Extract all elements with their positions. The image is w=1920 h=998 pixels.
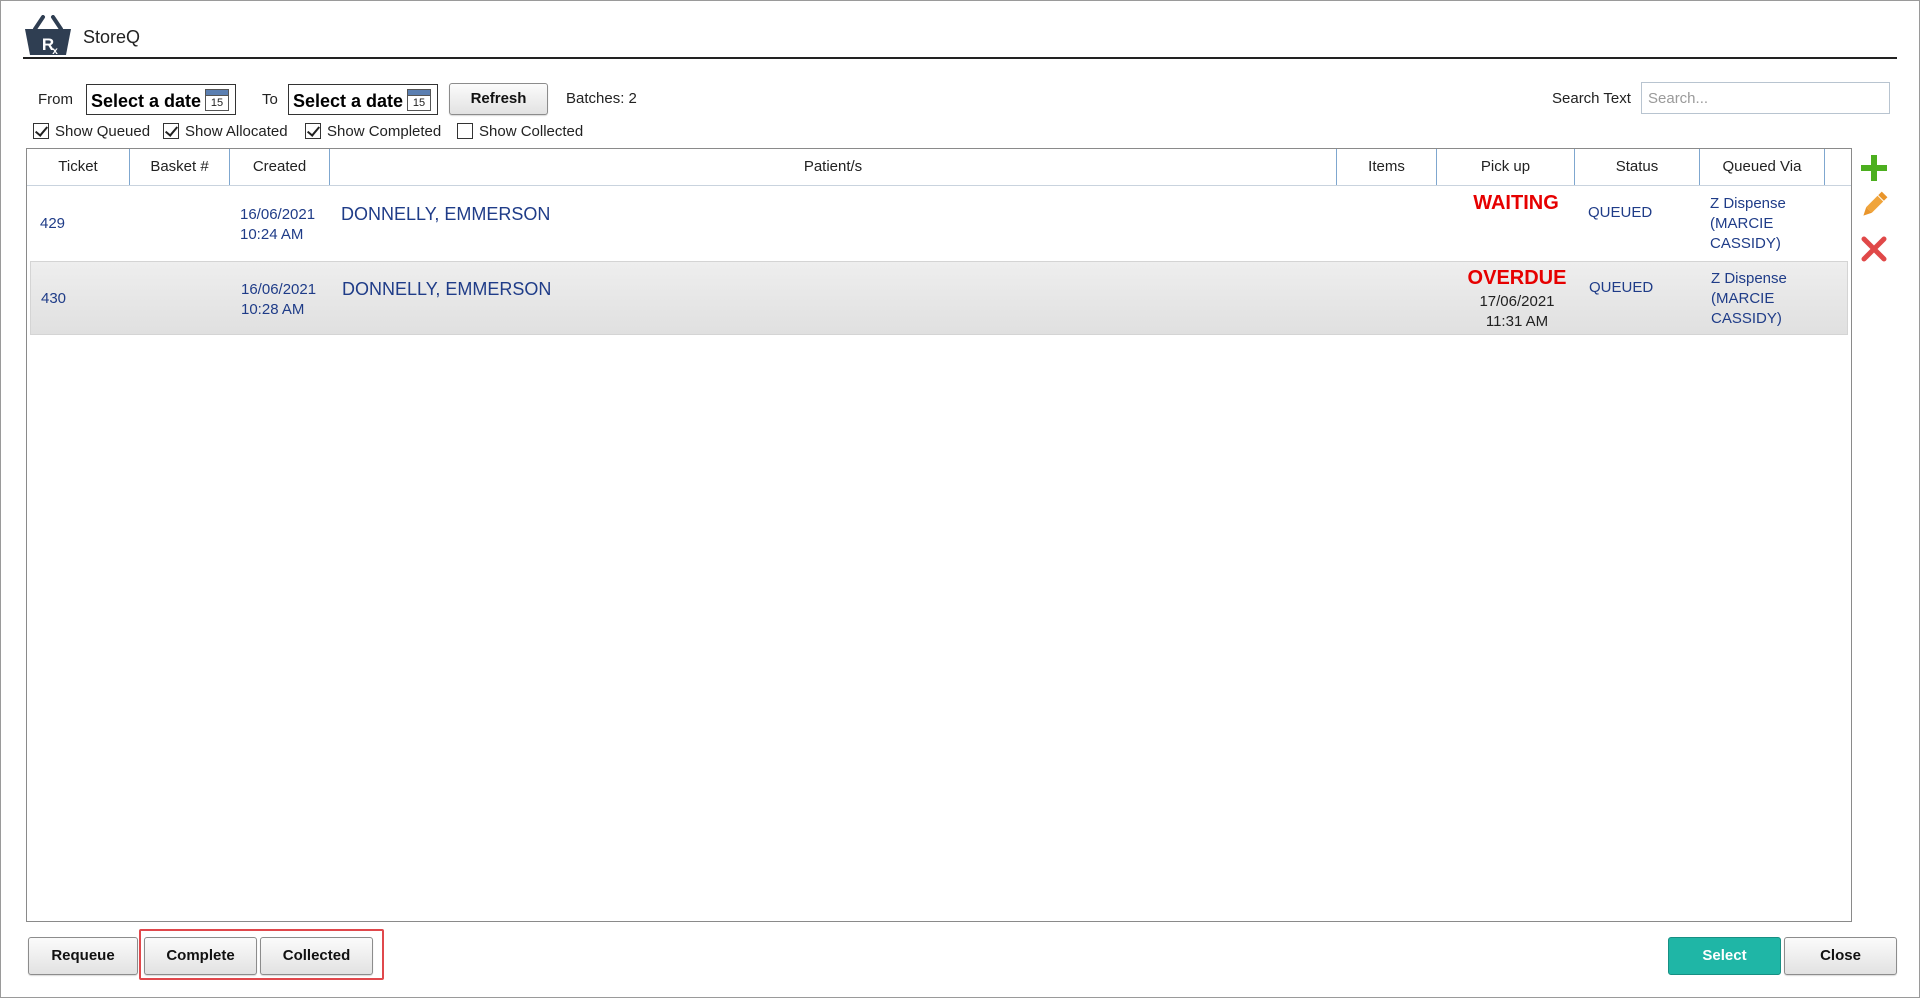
app-title: StoreQ xyxy=(83,27,141,47)
svg-text:x: x xyxy=(52,46,58,57)
close-button[interactable]: Close xyxy=(1784,937,1897,975)
requeue-button[interactable]: Requeue xyxy=(28,937,138,975)
table-row[interactable]: 429 16/06/2021 10:24 AM DONNELLY, EMMERS… xyxy=(30,187,1848,261)
show-collected-label: Show Collected xyxy=(479,122,584,140)
search-label: Search Text xyxy=(1552,90,1631,107)
checkbox-checked-icon[interactable] xyxy=(305,123,321,139)
plus-icon[interactable] xyxy=(1859,153,1889,183)
show-allocated-checkbox[interactable]: Show Allocated xyxy=(163,122,288,140)
close-icon[interactable] xyxy=(1859,234,1889,264)
column-header-items[interactable]: Items xyxy=(1337,149,1437,185)
checkbox-checked-icon[interactable] xyxy=(163,123,179,139)
show-queued-checkbox[interactable]: Show Queued xyxy=(33,122,150,140)
storeq-window: R x StoreQ From Select a date 15 To Sele… xyxy=(0,0,1920,998)
show-allocated-label: Show Allocated xyxy=(185,122,288,140)
grid-header: Ticket Basket # Created Patient/s Items … xyxy=(27,149,1851,186)
pickup-datetime: 17/06/2021 11:31 AM xyxy=(1479,293,1555,330)
column-header-basket[interactable]: Basket # xyxy=(130,149,230,185)
from-label: From xyxy=(38,91,73,108)
patient-cell: DONNELLY, EMMERSON xyxy=(341,204,551,224)
show-completed-label: Show Completed xyxy=(327,122,442,140)
column-header-patients[interactable]: Patient/s xyxy=(330,149,1337,185)
status-cell: QUEUED xyxy=(1589,279,1654,296)
show-queued-label: Show Queued xyxy=(55,122,151,140)
collected-button[interactable]: Collected xyxy=(260,937,373,975)
checkbox-checked-icon[interactable] xyxy=(33,123,49,139)
to-date-picker[interactable]: Select a date 15 xyxy=(288,84,438,115)
column-header-status[interactable]: Status xyxy=(1575,149,1700,185)
pencil-icon[interactable] xyxy=(1859,190,1889,220)
pickup-status-badge: OVERDUE xyxy=(1467,267,1567,289)
created-cell: 16/06/2021 10:24 AM xyxy=(240,206,316,243)
rx-basket-logo-icon: R x xyxy=(25,15,71,57)
patient-cell: DONNELLY, EMMERSON xyxy=(342,279,552,299)
header-divider xyxy=(23,57,1897,59)
queued-via-cell: Z Dispense (MARCIE CASSIDY) xyxy=(1710,195,1786,252)
to-date-text: Select a date xyxy=(293,91,404,111)
calendar-icon[interactable]: 15 xyxy=(205,89,229,111)
from-date-picker[interactable]: Select a date 15 xyxy=(86,84,236,115)
column-header-queued-via[interactable]: Queued Via xyxy=(1700,149,1825,185)
column-header-ticket[interactable]: Ticket xyxy=(27,149,130,185)
ticket-cell: 429 xyxy=(40,215,66,232)
ticket-cell: 430 xyxy=(41,290,67,307)
pickup-status-badge: WAITING xyxy=(1473,192,1559,214)
select-button[interactable]: Select xyxy=(1668,937,1781,975)
checkbox-unchecked-icon[interactable] xyxy=(457,123,473,139)
calendar-icon[interactable]: 15 xyxy=(407,89,431,111)
complete-button[interactable]: Complete xyxy=(144,937,257,975)
created-cell: 16/06/2021 10:28 AM xyxy=(241,281,317,318)
table-row-selected[interactable]: 430 16/06/2021 10:28 AM DONNELLY, EMMERS… xyxy=(30,261,1848,335)
status-cell: QUEUED xyxy=(1588,204,1653,221)
refresh-button[interactable]: Refresh xyxy=(449,83,548,115)
from-date-text: Select a date xyxy=(91,91,202,111)
search-input[interactable] xyxy=(1641,82,1890,114)
column-header-created[interactable]: Created xyxy=(230,149,330,185)
show-completed-checkbox[interactable]: Show Completed xyxy=(305,122,441,140)
show-collected-checkbox[interactable]: Show Collected xyxy=(457,122,583,140)
to-label: To xyxy=(262,91,278,108)
batches-count: Batches: 2 xyxy=(566,90,637,107)
batches-grid: Ticket Basket # Created Patient/s Items … xyxy=(26,148,1852,922)
queued-via-cell: Z Dispense (MARCIE CASSIDY) xyxy=(1711,270,1787,327)
column-header-pickup[interactable]: Pick up xyxy=(1437,149,1575,185)
